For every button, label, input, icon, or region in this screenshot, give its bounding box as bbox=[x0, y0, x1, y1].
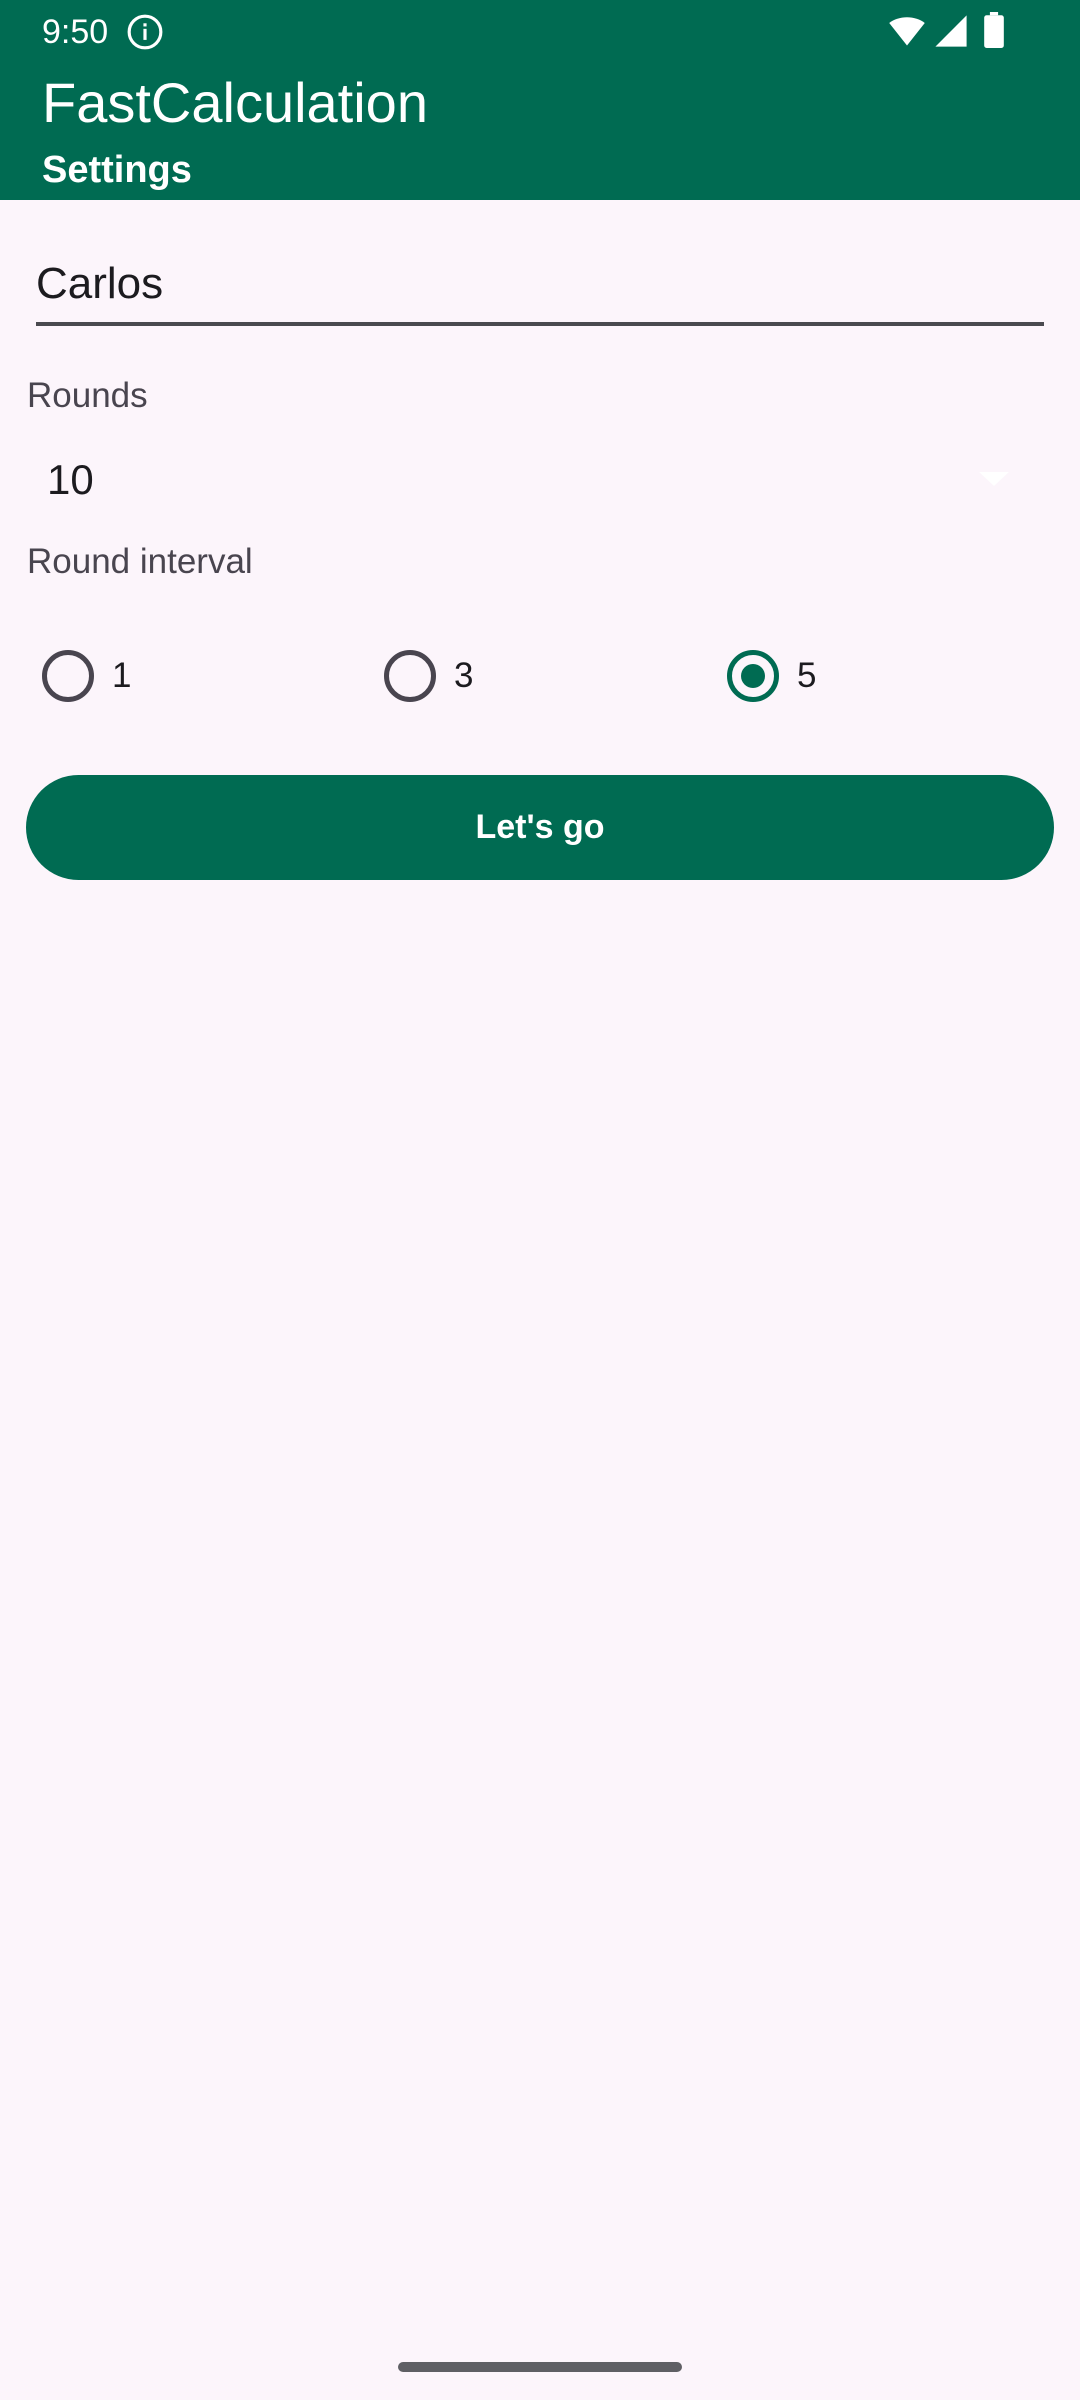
radio-checked-icon bbox=[727, 650, 779, 702]
interval-radio-3[interactable]: 3 bbox=[384, 646, 684, 706]
rounds-dropdown[interactable]: 10 bbox=[27, 440, 1027, 520]
interval-radio-label: 1 bbox=[112, 656, 132, 695]
app-header: 9:50 FastCalculation Settings bbox=[0, 0, 1080, 200]
interval-radio-label: 5 bbox=[797, 656, 817, 695]
interval-radio-1[interactable]: 1 bbox=[42, 646, 342, 706]
lets-go-button[interactable]: Let's go bbox=[26, 775, 1054, 880]
rounds-selected-value: 10 bbox=[47, 456, 94, 503]
signal-icon bbox=[935, 15, 967, 47]
name-input[interactable]: Carlos bbox=[36, 250, 1044, 326]
wifi-icon bbox=[889, 17, 925, 46]
rounds-label: Rounds bbox=[27, 376, 148, 415]
app-title: FastCalculation bbox=[42, 71, 428, 134]
interval-radio-label: 3 bbox=[454, 656, 474, 695]
radio-unchecked-icon bbox=[384, 650, 436, 702]
app-screen: 9:50 FastCalculation Settings Carlos Rou… bbox=[0, 0, 1080, 2400]
battery-icon bbox=[984, 12, 1004, 48]
status-time: 9:50 bbox=[42, 13, 109, 51]
info-icon bbox=[127, 14, 163, 50]
name-input-value: Carlos bbox=[36, 259, 164, 308]
home-indicator[interactable] bbox=[398, 2362, 682, 2372]
round-interval-label: Round interval bbox=[27, 542, 253, 581]
radio-unchecked-icon bbox=[42, 650, 94, 702]
dropdown-arrow-icon bbox=[979, 472, 1009, 486]
page-subtitle: Settings bbox=[42, 149, 192, 191]
interval-radio-5[interactable]: 5 bbox=[727, 646, 1027, 706]
